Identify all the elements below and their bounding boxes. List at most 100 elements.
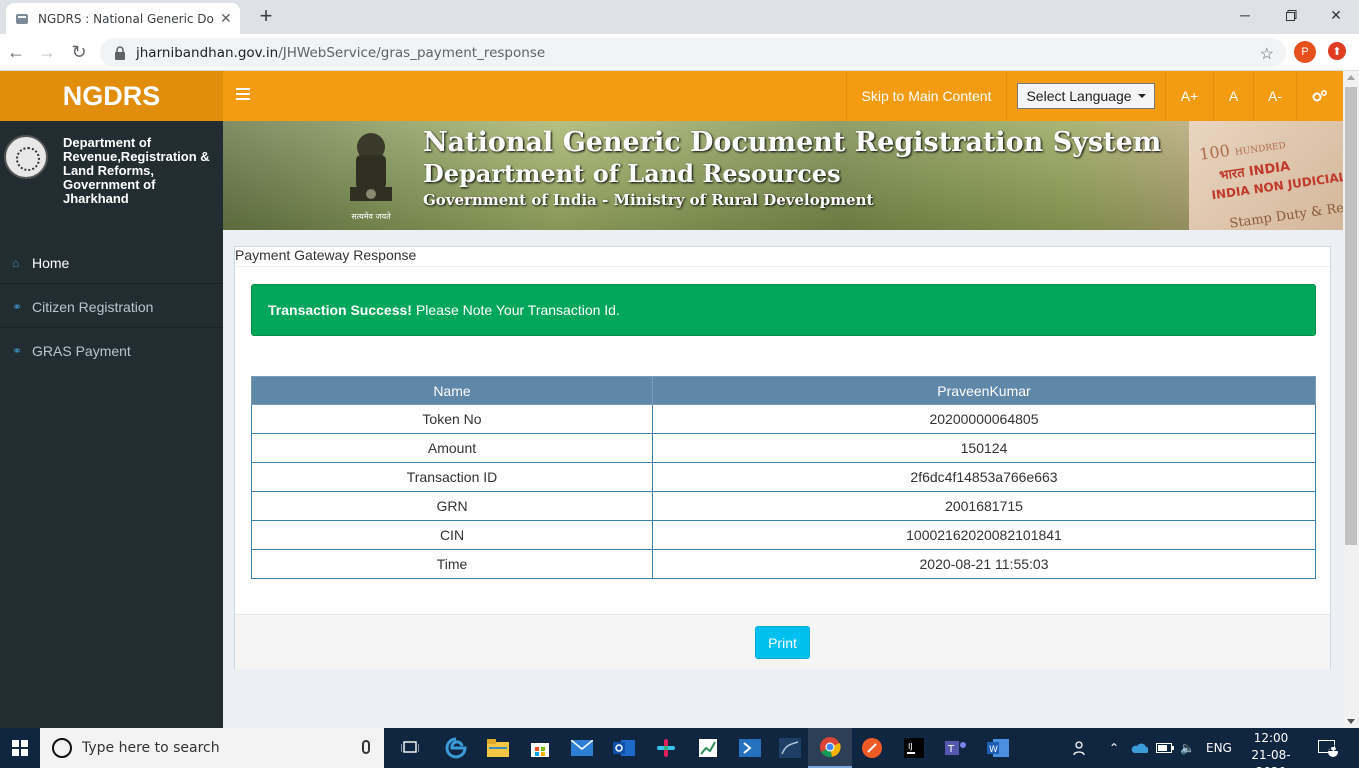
browser-tab[interactable]: NGDRS : National Generic Docum ✕ — [6, 3, 240, 34]
banner-title: National Generic Document Registration S… — [423, 127, 1162, 158]
language-select[interactable]: Select Language — [1017, 83, 1155, 109]
browser-tab-strip: NGDRS : National Generic Docum ✕ + ─ ✕ — [0, 0, 1359, 34]
national-emblem-icon: सत्यमेव जयते — [350, 133, 392, 221]
font-increase-button[interactable]: A+ — [1165, 71, 1213, 121]
row-value: 2f6dc4f14853a766e663 — [652, 462, 1316, 492]
windows-start-icon[interactable] — [0, 728, 40, 768]
volume-icon[interactable]: 🔈 — [1180, 728, 1195, 768]
battery-icon[interactable] — [1156, 728, 1174, 768]
font-decrease-button[interactable]: A- — [1253, 71, 1296, 121]
edge-browser-icon[interactable] — [442, 734, 470, 762]
notification-center-icon[interactable]: 11 — [1318, 728, 1340, 768]
teams-icon[interactable]: T — [942, 734, 970, 762]
input-language[interactable]: ENG — [1206, 728, 1232, 768]
sidebar-item-label: Home — [32, 254, 70, 271]
people-icon[interactable] — [1072, 728, 1088, 768]
minimize-icon[interactable]: ─ — [1222, 0, 1268, 30]
sidebar-item-label: Citizen Registration — [32, 298, 154, 315]
slack-icon[interactable] — [652, 734, 680, 762]
reload-icon[interactable]: ↻ — [67, 40, 91, 64]
panel-footer: Print — [235, 614, 1330, 669]
table-row: Transaction ID 2f6dc4f14853a766e663 — [251, 462, 1316, 492]
word-icon[interactable]: W — [984, 734, 1012, 762]
emblem-motto: सत्यमेव जयते — [351, 211, 391, 221]
table-header-row: Name PraveenKumar — [251, 376, 1316, 405]
stamp-duty-text: Stamp Duty & Regist — [1228, 197, 1343, 230]
sidebar-item-gras-payment[interactable]: ⚭ GRAS Payment — [0, 330, 223, 372]
file-explorer-icon[interactable] — [484, 734, 512, 762]
taskbar-search-input[interactable]: Type here to search — [40, 728, 384, 768]
jharkhand-seal-icon — [4, 135, 48, 179]
page-scrollbar[interactable] — [1343, 71, 1359, 728]
table-row: Token No 20200000064805 — [251, 404, 1316, 434]
row-value: 2001681715 — [652, 491, 1316, 521]
clock-time: 12:00 — [1253, 731, 1289, 745]
skip-to-content-link[interactable]: Skip to Main Content — [846, 71, 1006, 121]
tab-title: NGDRS : National Generic Docum — [38, 11, 214, 26]
profile-avatar[interactable]: P — [1294, 41, 1316, 63]
row-value: 10002162020082101841 — [652, 520, 1316, 550]
row-value: 150124 — [652, 433, 1316, 463]
outlook-icon[interactable] — [610, 734, 638, 762]
sidebar-item-label: GRAS Payment — [32, 343, 131, 359]
url-input[interactable]: jharnibandhan.gov.in/JHWebService/gras_p… — [100, 38, 1286, 67]
show-hidden-icons-icon[interactable]: ⌃ — [1109, 728, 1119, 768]
task-view-icon[interactable] — [396, 734, 424, 762]
table-row: Time 2020-08-21 11:55:03 — [251, 549, 1316, 579]
back-icon[interactable]: ← — [4, 40, 28, 64]
chrome-icon[interactable] — [808, 728, 852, 768]
project-chart-icon[interactable] — [694, 734, 722, 762]
row-label: CIN — [251, 520, 653, 550]
postman-icon[interactable] — [858, 734, 886, 762]
update-icon[interactable]: ⬆ — [1328, 42, 1346, 60]
search-placeholder: Type here to search — [82, 740, 220, 756]
forward-icon[interactable]: → — [35, 40, 59, 64]
sidebar-item-home[interactable]: ⌂ Home — [0, 242, 223, 284]
chevron-down-icon — [1137, 94, 1146, 98]
row-label: GRN — [251, 491, 653, 521]
lock-icon — [115, 45, 125, 60]
print-button[interactable]: Print — [755, 626, 810, 659]
intellij-icon[interactable]: IJ — [900, 734, 928, 762]
bookmark-star-icon[interactable]: ☆ — [1260, 44, 1274, 64]
tab-close-icon[interactable]: ✕ — [220, 10, 232, 27]
font-normal-button[interactable]: A — [1213, 71, 1253, 121]
transaction-table: Name PraveenKumar Token No 20200000064805… — [251, 376, 1316, 579]
table-row: GRN 2001681715 — [251, 491, 1316, 521]
panel-heading: Payment Gateway Response — [235, 247, 1330, 267]
row-value: 2020-08-21 11:55:03 — [652, 549, 1316, 579]
scroll-down-icon[interactable] — [1347, 719, 1355, 724]
url-path: /JHWebService/gras_payment_response — [278, 44, 546, 61]
onedrive-icon[interactable] — [1130, 728, 1148, 768]
svg-text:T: T — [947, 744, 955, 755]
table-row: CIN 10002162020082101841 — [251, 520, 1316, 550]
svg-text:W: W — [989, 745, 998, 755]
row-label: Amount — [251, 433, 653, 463]
row-label: Time — [251, 549, 653, 579]
site-header: NGDRS Skip to Main Content Select Langua… — [0, 71, 1343, 121]
windows-taskbar: Type here to search IJ T W ⌃ 🔈 ENG 12:00… — [0, 728, 1359, 779]
close-window-icon[interactable]: ✕ — [1313, 0, 1359, 30]
store-icon[interactable] — [526, 734, 554, 762]
mail-icon[interactable] — [568, 734, 596, 762]
sidebar: Department of Revenue,Registration & Lan… — [0, 121, 223, 728]
maximize-icon[interactable] — [1268, 0, 1314, 30]
taskbar-clock[interactable]: 12:00 21-08-2020 — [1238, 730, 1304, 781]
payment-response-panel: Payment Gateway Response Transaction Suc… — [234, 246, 1331, 669]
clock-date: 21-08-2020 — [1251, 748, 1291, 779]
settings-gears-icon[interactable] — [1296, 71, 1343, 121]
menu-toggle-icon[interactable] — [236, 88, 250, 102]
row-label: Token No — [251, 404, 653, 434]
microphone-icon[interactable] — [362, 740, 370, 754]
home-icon: ⌂ — [12, 255, 20, 270]
sidebar-item-citizen-registration[interactable]: ⚭ Citizen Registration — [0, 286, 223, 328]
powershell-icon[interactable] — [736, 734, 764, 762]
brand-logo[interactable]: NGDRS — [0, 71, 223, 121]
column-header-value: PraveenKumar — [652, 376, 1316, 405]
scroll-up-icon[interactable] — [1347, 75, 1355, 80]
new-tab-icon[interactable]: + — [254, 4, 278, 28]
sql-server-icon[interactable] — [776, 734, 804, 762]
department-name: Department of Revenue,Registration & Lan… — [63, 135, 210, 206]
row-label: Transaction ID — [251, 462, 653, 492]
scrollbar-thumb[interactable] — [1345, 87, 1357, 545]
